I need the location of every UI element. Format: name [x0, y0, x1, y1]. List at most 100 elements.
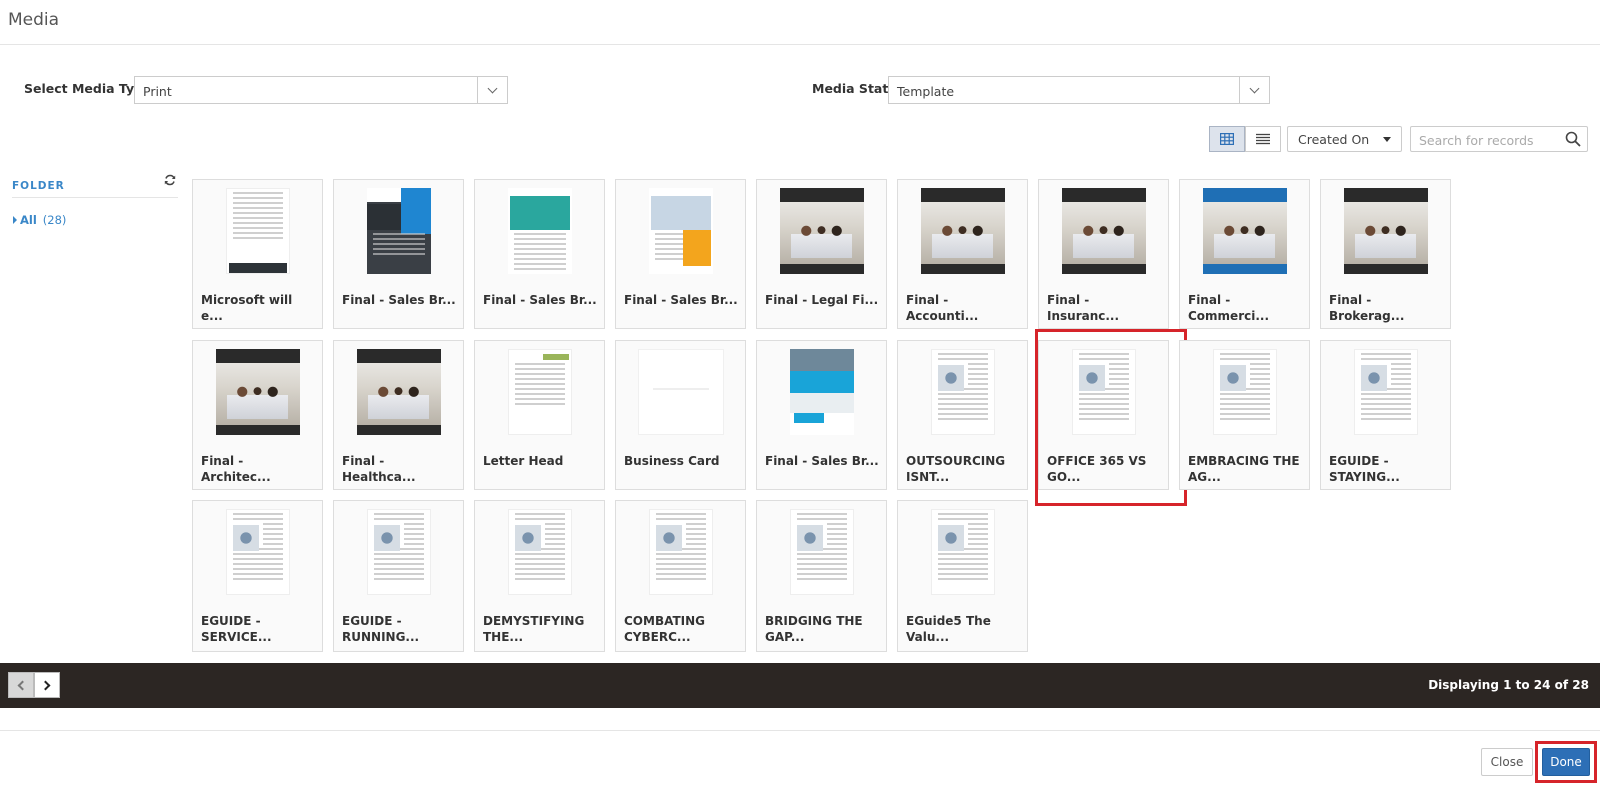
media-thumbnail	[920, 188, 1005, 274]
media-card[interactable]: COMBATING CYBERC...	[615, 500, 746, 652]
media-card[interactable]: Final - Legal Fi...	[756, 179, 887, 329]
media-card-title: DEMYSTIFYING THE...	[483, 614, 585, 644]
media-card[interactable]: Final - Healthca...	[333, 340, 464, 490]
media-state-value: Template	[897, 84, 955, 99]
media-thumbnail	[789, 349, 854, 435]
chevron-left-icon	[17, 680, 28, 690]
media-thumbnail	[1343, 188, 1428, 274]
media-thumbnail	[507, 509, 572, 595]
media-thumbnail	[1353, 349, 1418, 435]
media-thumbnail	[1202, 188, 1287, 274]
chevron-down-icon[interactable]	[1239, 77, 1269, 103]
media-card[interactable]: Final - Brokerag...	[1320, 179, 1451, 329]
refresh-icon[interactable]	[164, 174, 176, 186]
media-card-title: OUTSOURCING ISNT...	[906, 454, 1006, 484]
media-card-title: Final - Architec...	[201, 454, 271, 484]
media-card-title: Final - Sales Br...	[624, 293, 738, 307]
media-card-title: Final - Commerci...	[1188, 293, 1270, 323]
sort-dropdown[interactable]: Created On	[1287, 126, 1402, 152]
media-thumbnail	[930, 509, 995, 595]
media-card[interactable]: EGUIDE - SERVICE...	[192, 500, 323, 652]
list-view-button[interactable]	[1245, 126, 1281, 152]
chevron-down-icon[interactable]	[477, 77, 507, 103]
media-card-title: Business Card	[624, 454, 720, 468]
media-card[interactable]: EGUIDE - STAYING...	[1320, 340, 1451, 490]
media-thumbnail	[225, 188, 290, 274]
next-page-button[interactable]	[34, 672, 60, 698]
media-card[interactable]: Final - Sales Br...	[474, 179, 605, 329]
search-box[interactable]	[1410, 126, 1588, 152]
done-highlight-box	[1535, 741, 1597, 783]
folder-item-count: (28)	[42, 213, 67, 227]
media-card[interactable]: BRIDGING THE GAP...	[756, 500, 887, 652]
media-thumbnail	[215, 349, 300, 435]
media-card-title: Letter Head	[483, 454, 564, 468]
media-card[interactable]: Final - Sales Br...	[615, 179, 746, 329]
media-card-title: Final - Sales Br...	[483, 293, 597, 307]
folder-item-label: All	[20, 213, 37, 227]
folder-label: FOLDER	[12, 180, 65, 192]
dialog-title: Media	[8, 10, 60, 30]
grid-view-button[interactable]	[1209, 126, 1245, 152]
media-card[interactable]: OUTSOURCING ISNT...	[897, 340, 1028, 490]
footer-divider	[0, 730, 1600, 731]
media-card-title: Final - Brokerag...	[1329, 293, 1405, 323]
media-thumbnail	[779, 188, 864, 274]
media-card[interactable]: Final - Accounti...	[897, 179, 1028, 329]
media-card-title: Final - Accounti...	[906, 293, 979, 323]
media-card[interactable]: Final - Insuranc...	[1038, 179, 1169, 329]
media-type-value: Print	[143, 84, 172, 99]
folder-item-all[interactable]: All (28)	[13, 213, 66, 227]
pagination-bar: Displaying 1 to 24 of 28	[0, 663, 1600, 708]
media-card[interactable]: Microsoft will e...	[192, 179, 323, 329]
media-thumbnail	[366, 509, 431, 595]
selection-highlight-box	[1035, 329, 1187, 506]
media-card-title: Final - Healthca...	[342, 454, 416, 484]
media-thumbnail	[366, 188, 431, 274]
list-icon	[1256, 133, 1270, 145]
media-type-select[interactable]: Print	[134, 76, 508, 104]
grid-icon	[1220, 133, 1234, 145]
media-card[interactable]: Business Card	[615, 340, 746, 490]
display-count: Displaying 1 to 24 of 28	[1428, 678, 1589, 692]
media-card-title: EGUIDE - SERVICE...	[201, 614, 272, 644]
pager	[8, 672, 60, 698]
media-card-title: Final - Sales Br...	[765, 454, 879, 468]
sort-value: Created On	[1298, 132, 1370, 147]
media-card[interactable]: Final - Architec...	[192, 340, 323, 490]
media-card-title: Final - Insuranc...	[1047, 293, 1120, 323]
folder-header: FOLDER	[12, 174, 178, 198]
media-card-title: EGuide5 The Valu...	[906, 614, 991, 644]
media-card[interactable]: Final - Sales Br...	[333, 179, 464, 329]
media-card-title: Microsoft will e...	[201, 293, 293, 323]
media-card[interactable]: EGUIDE - RUNNING...	[333, 500, 464, 652]
media-card[interactable]: Final - Sales Br...	[756, 340, 887, 490]
search-icon[interactable]	[1565, 131, 1581, 147]
media-card-title: COMBATING CYBERC...	[624, 614, 705, 644]
media-thumbnail	[507, 188, 572, 274]
media-card[interactable]: Letter Head	[474, 340, 605, 490]
media-card-title: BRIDGING THE GAP...	[765, 614, 863, 644]
media-card[interactable]: EMBRACING THE AG...	[1179, 340, 1310, 490]
media-card-title: Final - Legal Fi...	[765, 293, 879, 307]
media-thumbnail	[930, 349, 995, 435]
caret-down-icon	[1383, 137, 1391, 142]
media-thumbnail	[356, 349, 441, 435]
media-thumbnail	[1212, 349, 1277, 435]
media-card-title: EGUIDE - RUNNING...	[342, 614, 420, 644]
caret-right-icon	[13, 216, 17, 224]
media-thumbnail	[648, 509, 713, 595]
media-thumbnail	[648, 188, 713, 274]
media-card-title: Final - Sales Br...	[342, 293, 456, 307]
chevron-right-icon	[40, 680, 51, 690]
prev-page-button[interactable]	[8, 672, 34, 698]
media-card[interactable]: DEMYSTIFYING THE...	[474, 500, 605, 652]
media-thumbnail	[789, 509, 854, 595]
search-input[interactable]	[1419, 131, 1559, 149]
media-thumbnail	[1061, 188, 1146, 274]
media-state-select[interactable]: Template	[888, 76, 1270, 104]
media-card-title: EGUIDE - STAYING...	[1329, 454, 1400, 484]
media-card[interactable]: EGuide5 The Valu...	[897, 500, 1028, 652]
close-button[interactable]: Close	[1481, 748, 1533, 776]
media-card[interactable]: Final - Commerci...	[1179, 179, 1310, 329]
